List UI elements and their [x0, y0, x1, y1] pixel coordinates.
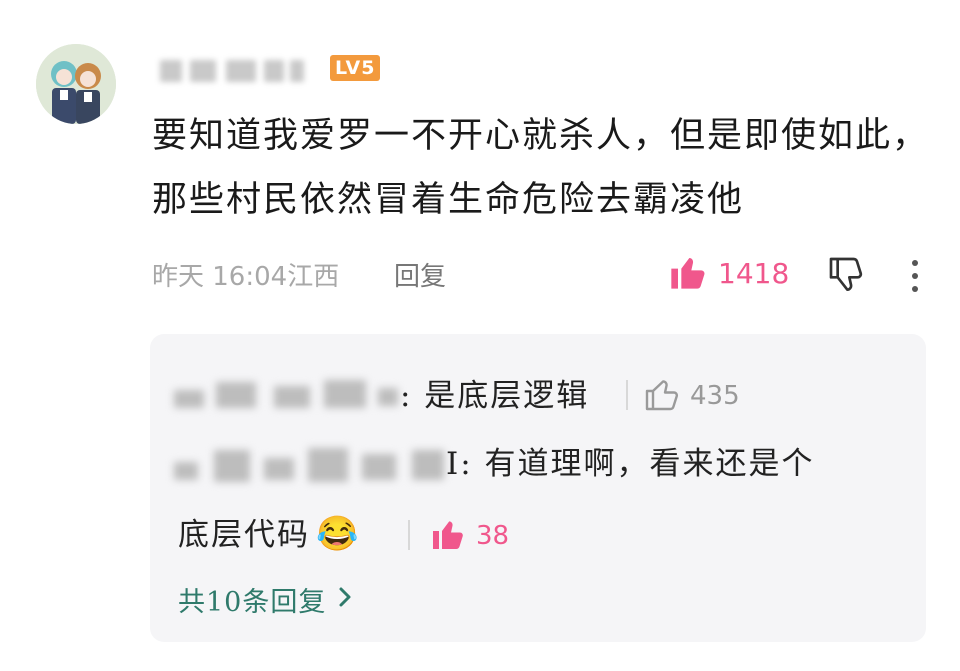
comment-meta: 昨天 16:04江西	[152, 256, 339, 293]
replies-section: : 是底层逻辑 435 I: 有道理啊，看来还是个 底层代码 😂 38 共10条…	[150, 334, 926, 642]
reply-like-button[interactable]: 435	[644, 376, 740, 416]
laughing-tears-emoji: 😂	[316, 514, 361, 554]
dislike-button[interactable]	[826, 254, 866, 298]
avatar[interactable]	[36, 44, 116, 124]
reply-text: I: 有道理啊，看来还是个	[446, 432, 815, 496]
thumbs-up-icon	[430, 516, 466, 556]
chevron-right-icon	[336, 584, 354, 615]
like-button[interactable]: 1418	[668, 252, 789, 296]
level-badge: LV5	[330, 55, 381, 81]
divider	[626, 380, 628, 410]
reply-text-line: I: 有道理啊，看来还是个	[446, 446, 815, 482]
thumbs-up-icon	[668, 252, 708, 296]
reply-text-line: 底层代码	[178, 517, 310, 553]
view-all-replies-label: 共10条回复	[178, 587, 327, 618]
comment-time: 昨天 16:04	[152, 262, 288, 292]
comment-text: 要知道我爱罗一不开心就杀人，但是即使如此，那些村民依然冒着生命危险去霸凌他	[152, 116, 930, 220]
reply-like-count: 435	[690, 381, 740, 411]
reply-text: : 是底层逻辑	[400, 378, 590, 414]
like-count: 1418	[718, 257, 790, 290]
reply-like-button[interactable]: 38	[430, 516, 509, 556]
reply-like-count: 38	[476, 521, 510, 551]
thumbs-down-icon	[826, 257, 866, 298]
view-all-replies-link[interactable]: 共10条回复	[178, 580, 354, 619]
reply-button[interactable]: 回复	[394, 256, 446, 293]
reply-text-continued: 底层代码 😂	[178, 502, 360, 567]
more-options-icon[interactable]	[908, 258, 922, 298]
reply-username-redacted[interactable]	[174, 376, 402, 412]
username-redacted[interactable]	[160, 52, 320, 88]
divider	[408, 520, 410, 550]
comment-location: 江西	[287, 262, 340, 292]
reply-username-redacted[interactable]	[174, 444, 464, 486]
thumbs-up-outline-icon	[644, 376, 680, 416]
